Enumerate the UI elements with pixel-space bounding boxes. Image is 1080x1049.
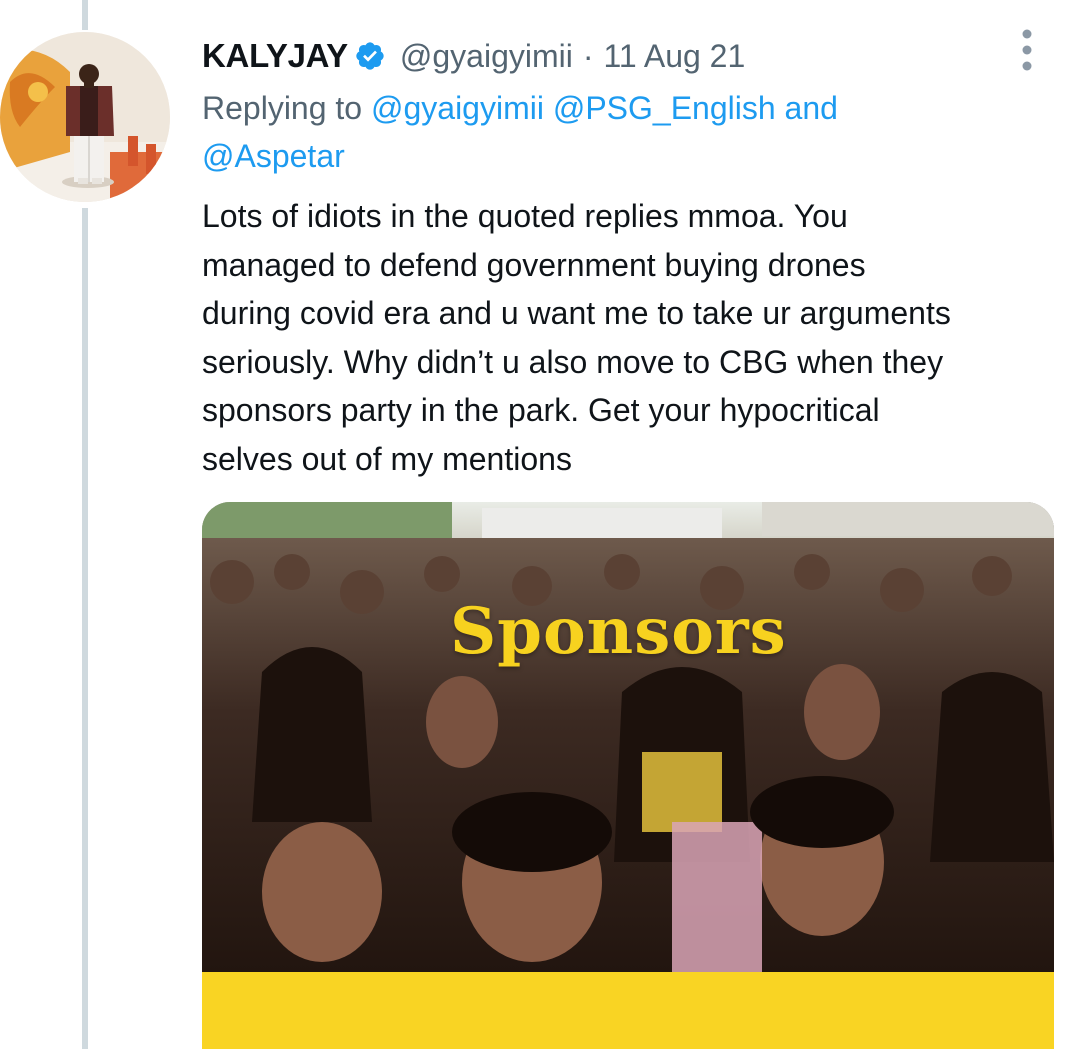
avatar-image — [0, 32, 170, 202]
thread-line-bottom — [82, 208, 88, 1049]
media-overlay-text: Sponsors — [450, 594, 787, 669]
tweet-text-line: during covid era and u want me to take u… — [202, 295, 951, 331]
tweet-timestamp[interactable]: 11 Aug 21 — [604, 38, 746, 75]
user-handle[interactable]: @gyaigyimii — [400, 38, 573, 75]
tweet-text-line: selves out of my mentions — [202, 440, 572, 477]
tweet-container: KALYJAY @gyaigyimii · 11 Aug 21 Replying… — [0, 0, 1080, 1049]
avatar[interactable] — [0, 32, 170, 202]
header-separator: · — [582, 37, 594, 74]
more-options-icon[interactable] — [1014, 28, 1040, 72]
replying-to-label: Replying to — [202, 90, 363, 126]
thread-line-top — [82, 0, 88, 30]
tweet-text-line: sponsors party in the park. Get your hyp… — [202, 392, 880, 428]
display-name[interactable]: KALYJAY — [202, 37, 348, 75]
tweet-text-line: seriously. Why didn’t u also move to CBG… — [202, 343, 944, 380]
tweet-text-line: Lots of idiots in the quoted replies mmo… — [202, 198, 848, 234]
replying-to: Replying to @gyaigyimii @PSG_English and… — [202, 84, 1022, 180]
crowd-photo — [202, 502, 1054, 972]
tweet-text: Lots of idiots in the quoted replies mmo… — [202, 192, 1062, 483]
tweet-text-line: managed to defend government buying dron… — [202, 246, 866, 283]
reply-mention[interactable]: @gyaigyimii — [371, 90, 544, 126]
tweet-media-image[interactable]: Sponsors — [202, 502, 1054, 1049]
reply-mention[interactable]: @Aspetar — [202, 138, 345, 174]
reply-mention[interactable]: @PSG_English — [553, 90, 776, 126]
media-yellow-band — [202, 972, 1054, 1049]
tweet-header: KALYJAY @gyaigyimii · 11 Aug 21 — [202, 30, 745, 82]
verified-badge-icon — [354, 40, 386, 72]
reply-and-label[interactable]: and — [785, 90, 838, 126]
